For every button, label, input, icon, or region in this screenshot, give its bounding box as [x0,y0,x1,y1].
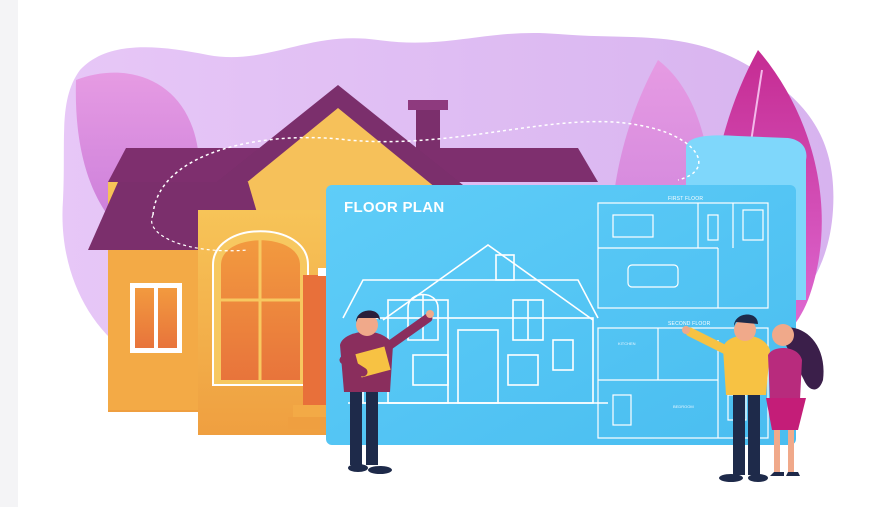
room-label-bedroom: BEDROOM [673,404,694,409]
plan-title: FLOOR PLAN [344,199,445,216]
chimney [416,110,440,150]
floor-plan-illustration: FLOOR PLAN FIRST FLOOR SECOND FLOOR KITC… [62,32,834,482]
first-floor-label: FIRST FLOOR [668,196,703,202]
left-window-pane [158,288,177,348]
illustration-canvas: FLOOR PLAN FIRST FLOOR SECOND FLOOR KITC… [18,0,869,507]
chimney-cap [408,100,448,110]
blueprint-sheet [326,185,796,445]
second-floor-label: SECOND FLOOR [668,321,711,327]
room-label-kitchen: KITCHEN [618,341,636,346]
left-window-pane [135,288,154,348]
image-frame: FLOOR PLAN FIRST FLOOR SECOND FLOOR KITC… [0,0,869,507]
